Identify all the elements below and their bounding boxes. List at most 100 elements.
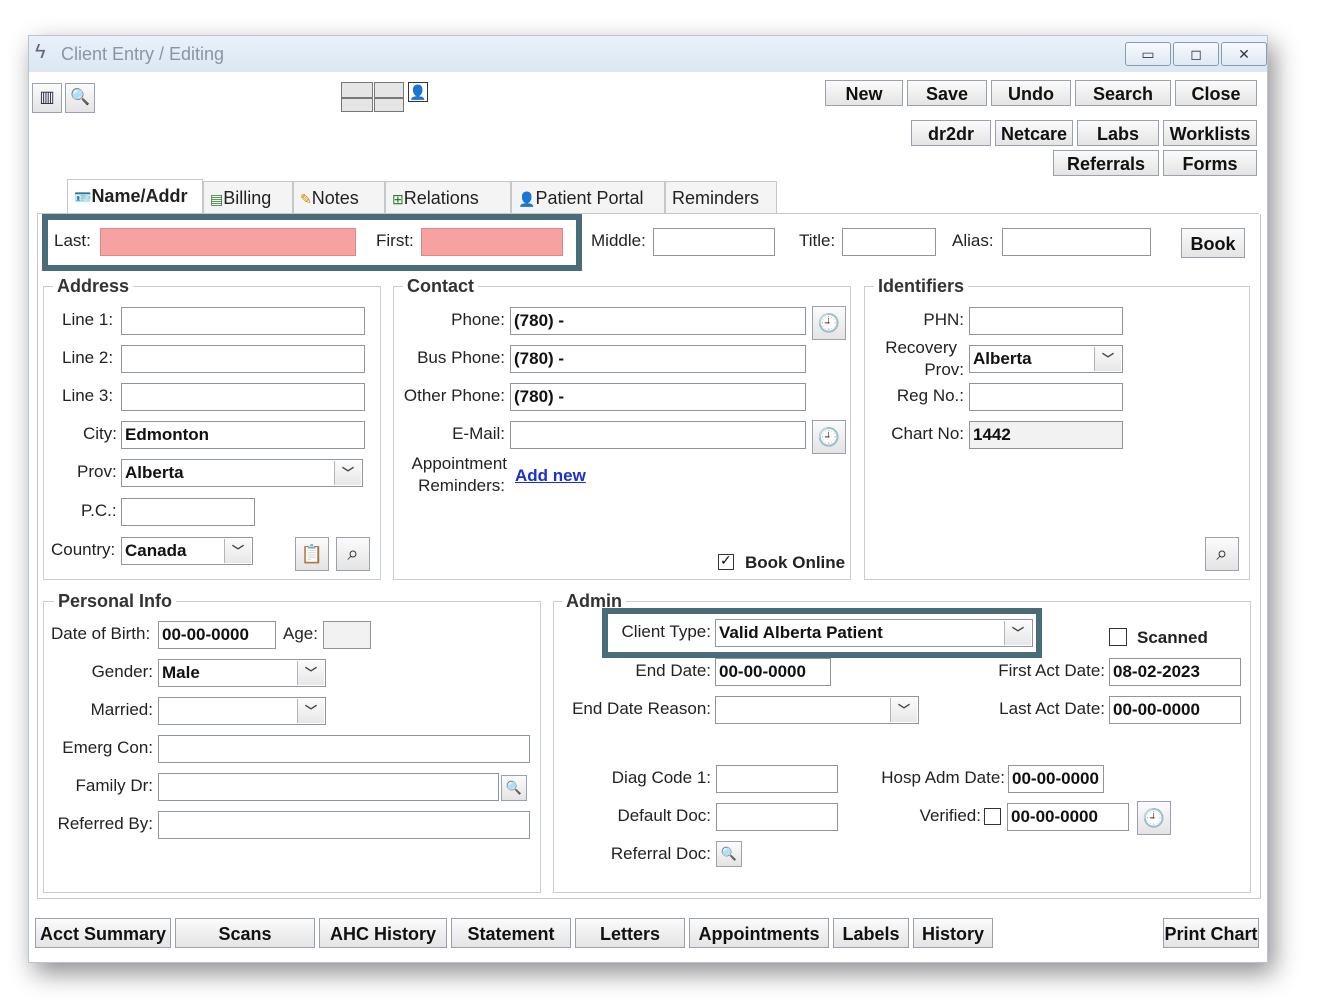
minimize-button[interactable]: ▭ bbox=[1125, 42, 1171, 66]
undo-button[interactable]: Undo bbox=[991, 80, 1071, 106]
reg-no-input[interactable] bbox=[969, 383, 1123, 411]
tab-billing[interactable]: ▤Billing bbox=[203, 181, 293, 213]
search-icon[interactable]: ⌕ bbox=[336, 537, 370, 571]
city-input[interactable]: Edmonton bbox=[121, 421, 365, 449]
diag-code-input[interactable] bbox=[716, 765, 838, 793]
tab-reminders[interactable]: Reminders bbox=[665, 181, 777, 213]
married-select[interactable]: ﹀ bbox=[158, 697, 326, 725]
appointments-button[interactable]: Appointments bbox=[689, 918, 829, 948]
history-button[interactable]: History bbox=[913, 918, 993, 948]
phone-label: Phone: bbox=[451, 310, 505, 329]
netcare-button[interactable]: Netcare bbox=[995, 120, 1073, 146]
lookup-magnifier-icon[interactable]: 🔍 bbox=[65, 83, 95, 113]
phn-input[interactable] bbox=[969, 307, 1123, 335]
dob-input[interactable]: 00-00-0000 bbox=[158, 621, 276, 649]
tab-label: Billing bbox=[223, 188, 272, 208]
referred-by-input[interactable] bbox=[158, 811, 530, 839]
recovery-prov-value: Alberta bbox=[973, 349, 1032, 368]
middle-name-input[interactable] bbox=[653, 228, 775, 256]
close-window-button[interactable]: ✕ bbox=[1221, 42, 1267, 66]
end-date-input[interactable]: 00-00-0000 bbox=[715, 658, 831, 686]
history-clock-icon[interactable]: 🕘 bbox=[812, 420, 846, 454]
maximize-button[interactable]: ◻ bbox=[1173, 42, 1219, 66]
default-doc-input[interactable] bbox=[716, 803, 838, 831]
worklists-button[interactable]: Worklists bbox=[1163, 120, 1257, 146]
phone-input[interactable]: (780) - bbox=[510, 307, 806, 335]
chevron-down-icon[interactable]: ﹀ bbox=[334, 461, 361, 485]
gender-select[interactable]: Male ﹀ bbox=[158, 659, 326, 687]
chevron-down-icon[interactable]: ﹀ bbox=[890, 698, 917, 722]
line3-label: Line 3: bbox=[62, 386, 114, 405]
alias-input[interactable] bbox=[1002, 228, 1151, 256]
letters-button[interactable]: Letters bbox=[575, 918, 685, 948]
hosp-adm-date-input[interactable]: 00-00-0000 bbox=[1008, 765, 1104, 793]
address-line2-input[interactable] bbox=[121, 345, 365, 373]
recovery-prov-select[interactable]: Alberta ﹀ bbox=[969, 345, 1123, 373]
chevron-down-icon[interactable]: ﹀ bbox=[297, 699, 324, 723]
country-select[interactable]: Canada ﹀ bbox=[121, 537, 253, 565]
history-clock-icon[interactable]: 🕘 bbox=[1137, 801, 1171, 835]
add-new-link[interactable]: Add new bbox=[515, 466, 586, 486]
book-online-checkbox[interactable]: ✓ bbox=[718, 552, 734, 570]
clipboard-icon[interactable]: 📋 bbox=[295, 537, 329, 571]
tab-name-addr[interactable]: 🪪Name/Addr bbox=[67, 179, 203, 213]
first-act-date-input[interactable]: 08-02-2023 bbox=[1109, 658, 1241, 686]
save-button[interactable]: Save bbox=[907, 80, 987, 106]
acct-summary-button[interactable]: Acct Summary bbox=[35, 918, 171, 948]
referrals-button[interactable]: Referrals bbox=[1053, 150, 1159, 176]
labs-button[interactable]: Labs bbox=[1077, 120, 1159, 146]
lookup-magnifier-icon[interactable]: 🔍 bbox=[501, 775, 527, 801]
age-input[interactable] bbox=[323, 621, 371, 649]
other-phone-input[interactable]: (780) - bbox=[510, 383, 806, 411]
scans-button[interactable]: Scans bbox=[175, 918, 315, 948]
new-button[interactable]: New bbox=[825, 80, 903, 106]
search-icon[interactable]: ⌕ bbox=[1205, 537, 1239, 571]
portrait-icon[interactable]: 👤 bbox=[408, 82, 428, 102]
search-button[interactable]: Search bbox=[1075, 80, 1171, 106]
layout-icon[interactable] bbox=[341, 98, 373, 112]
statement-button[interactable]: Statement bbox=[451, 918, 571, 948]
gender-value: Male bbox=[162, 663, 200, 682]
forms-button[interactable]: Forms bbox=[1163, 150, 1257, 176]
email-input[interactable] bbox=[510, 421, 806, 449]
chevron-down-icon[interactable]: ﹀ bbox=[224, 539, 251, 563]
layout-icon[interactable] bbox=[374, 98, 404, 112]
emerg-con-input[interactable] bbox=[158, 735, 530, 763]
print-chart-button[interactable]: Print Chart bbox=[1163, 918, 1259, 948]
lookup-magnifier-icon[interactable]: 🔍 bbox=[716, 841, 742, 867]
layout-icon[interactable] bbox=[341, 82, 373, 98]
panel-toggle-icon[interactable]: ▥ bbox=[32, 83, 62, 113]
chevron-down-icon[interactable]: ﹀ bbox=[297, 661, 324, 685]
labels-button[interactable]: Labels bbox=[833, 918, 909, 948]
history-clock-icon[interactable]: 🕘 bbox=[812, 306, 846, 340]
contact-title: Contact bbox=[403, 276, 478, 297]
address-line1-input[interactable] bbox=[121, 307, 365, 335]
tab-relations[interactable]: ⊞Relations bbox=[385, 181, 511, 213]
bus-phone-input[interactable]: (780) - bbox=[510, 345, 806, 373]
book-button[interactable]: Book bbox=[1181, 228, 1245, 258]
scanned-label: Scanned bbox=[1137, 628, 1208, 647]
tab-label: Patient Portal bbox=[535, 188, 644, 208]
end-date-reason-select[interactable]: ﹀ bbox=[715, 696, 919, 724]
family-dr-input[interactable] bbox=[158, 773, 499, 801]
tab-notes[interactable]: ✎Notes bbox=[293, 181, 385, 213]
close-button[interactable]: Close bbox=[1175, 80, 1257, 106]
dr2dr-button[interactable]: dr2dr bbox=[911, 120, 991, 146]
client-type-highlight-box bbox=[602, 608, 1042, 658]
title-input[interactable] bbox=[842, 228, 936, 256]
verified-checkbox[interactable] bbox=[984, 808, 1001, 825]
layout-icon[interactable] bbox=[374, 82, 404, 98]
ahc-history-button[interactable]: AHC History bbox=[319, 918, 447, 948]
client-entry-window: ϟ Client Entry / Editing ▭ ◻ ✕ ▥ 🔍 👤 New… bbox=[28, 35, 1268, 963]
tab-patient-portal[interactable]: 👤Patient Portal bbox=[511, 181, 665, 213]
chevron-down-icon[interactable]: ﹀ bbox=[1094, 347, 1121, 371]
personal-info-title: Personal Info bbox=[54, 591, 177, 612]
chart-no-input[interactable]: 1442 bbox=[969, 421, 1123, 449]
address-line3-input[interactable] bbox=[121, 383, 365, 411]
scanned-checkbox[interactable] bbox=[1109, 628, 1127, 646]
postal-code-input[interactable] bbox=[121, 498, 255, 526]
last-act-date-input[interactable]: 00-00-0000 bbox=[1109, 696, 1241, 724]
city-label: City: bbox=[83, 424, 117, 443]
prov-select[interactable]: Alberta ﹀ bbox=[121, 459, 363, 487]
verified-date-input[interactable]: 00-00-0000 bbox=[1007, 803, 1129, 831]
